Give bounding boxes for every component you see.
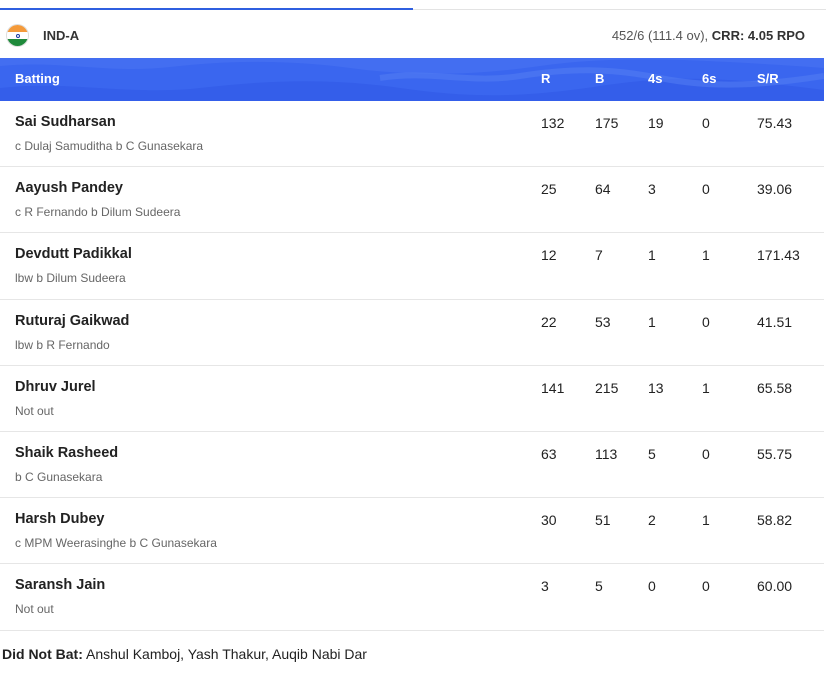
- india-flag-icon: [7, 25, 28, 46]
- innings-summary: IND-A 452/6 (111.4 ov), CRR: 4.05 RPO: [0, 12, 826, 58]
- did-not-bat: Did Not Bat: Anshul Kamboj, Yash Thakur,…: [2, 646, 367, 662]
- strike-rate-cell: 55.75: [757, 446, 793, 462]
- active-tab-indicator: [0, 8, 413, 10]
- fours-cell: 19: [648, 115, 664, 131]
- sixes-cell: 1: [702, 512, 710, 529]
- column-runs: R: [541, 71, 551, 86]
- sixes-cell: 0: [702, 181, 710, 198]
- strike-rate-cell: 58.82: [757, 512, 793, 529]
- runs-cell: 141: [541, 379, 565, 396]
- runs-cell: 22: [541, 313, 557, 330]
- fours-cell: 2: [648, 512, 656, 529]
- column-sixes: 6s: [702, 71, 717, 86]
- column-batting: Batting: [15, 71, 60, 86]
- did-not-bat-label: Did Not Bat:: [2, 646, 83, 662]
- strike-rate-cell: 60.00: [757, 578, 793, 595]
- strike-rate-cell: 39.06: [757, 181, 793, 198]
- batter-row: Aayush Pandey c R Fernando b Dilum Sudeer…: [0, 167, 824, 234]
- runs-cell: 12: [541, 247, 557, 264]
- batter-name[interactable]: Shaik Rasheed: [15, 445, 118, 461]
- sixes-cell: 0: [702, 313, 710, 330]
- tab-divider: [413, 9, 826, 10]
- team-name: IND-A: [43, 28, 80, 43]
- balls-cell: 5: [595, 578, 603, 595]
- column-fours: 4s: [648, 71, 663, 86]
- dismissal-info: Not out: [15, 602, 54, 617]
- current-run-rate: CRR: 4.05 RPO: [711, 28, 805, 43]
- strike-rate-cell: 41.51: [757, 313, 793, 330]
- header-wave-pattern: [0, 58, 824, 101]
- runs-cell: 30: [541, 512, 557, 529]
- batter-name[interactable]: Saransh Jain: [15, 577, 105, 593]
- batter-name[interactable]: Aayush Pandey: [15, 180, 123, 196]
- sixes-cell: 1: [702, 379, 710, 396]
- sixes-cell: 0: [702, 578, 710, 595]
- balls-cell: 215: [595, 379, 619, 396]
- did-not-bat-players: Anshul Kamboj, Yash Thakur, Auqib Nabi D…: [86, 646, 367, 662]
- sixes-cell: 0: [702, 115, 710, 131]
- batter-row: Dhruv Jurel Not out 141 215 13 1 65.58: [0, 366, 824, 432]
- dismissal-info: c R Fernando b Dilum Sudeera: [15, 205, 181, 220]
- dismissal-info: Not out: [15, 403, 54, 418]
- batter-row: Harsh Dubey c MPM Weerasinghe b C Gunasek…: [0, 498, 824, 565]
- runs-cell: 63: [541, 446, 557, 462]
- runs-cell: 25: [541, 181, 557, 198]
- column-strike-rate: S/R: [757, 71, 779, 86]
- fours-cell: 1: [648, 313, 656, 330]
- column-balls: B: [595, 71, 605, 86]
- batter-row: Saransh Jain Not out 3 5 0 0 60.00: [0, 564, 824, 631]
- balls-cell: 7: [595, 247, 603, 264]
- team-score: 452/6 (111.4 ov), CRR: 4.05 RPO: [612, 28, 805, 43]
- score-overs: 452/6 (111.4 ov),: [611, 28, 709, 43]
- balls-cell: 113: [595, 446, 618, 462]
- batter-name[interactable]: Ruturaj Gaikwad: [15, 313, 129, 329]
- sixes-cell: 1: [702, 247, 710, 264]
- fours-cell: 1: [648, 247, 656, 264]
- balls-cell: 64: [595, 181, 611, 198]
- fours-cell: 5: [648, 446, 656, 462]
- tab-strip: [0, 0, 826, 12]
- strike-rate-cell: 75.43: [757, 115, 793, 131]
- balls-cell: 53: [595, 313, 611, 330]
- runs-cell: 3: [541, 578, 549, 595]
- dismissal-info: c Dulaj Samuditha b C Gunasekara: [15, 139, 204, 153]
- fours-cell: 3: [648, 181, 656, 198]
- dismissal-info: b C Gunasekara: [15, 470, 103, 484]
- sixes-cell: 0: [702, 446, 710, 462]
- batter-name[interactable]: Devdutt Padikkal: [15, 246, 132, 262]
- batter-row: Ruturaj Gaikwad lbw b R Fernando 22 53 1 0 41.…: [0, 300, 824, 366]
- dismissal-info: lbw b R Fernando: [15, 337, 110, 352]
- batter-name[interactable]: Sai Sudharsan: [15, 114, 116, 130]
- dismissal-info: lbw b Dilum Sudeera: [15, 271, 126, 286]
- fours-cell: 0: [648, 578, 656, 595]
- batter-row: Shaik Rasheed b C Gunasekara 63 113 5 0 55.75: [0, 432, 824, 499]
- runs-cell: 132: [541, 115, 565, 131]
- batting-table-header: Batting R B 4s 6s S/R: [0, 58, 824, 101]
- balls-cell: 51: [595, 512, 611, 529]
- dismissal-info: c MPM Weerasinghe b C Gunasekara: [15, 536, 217, 551]
- batter-name[interactable]: Harsh Dubey: [15, 511, 104, 527]
- balls-cell: 175: [595, 115, 619, 131]
- strike-rate-cell: 171.43: [757, 247, 800, 264]
- fours-cell: 13: [648, 379, 664, 396]
- batter-row: Sai Sudharsan c Dulaj Samuditha b C Gunas…: [0, 101, 824, 168]
- batter-name[interactable]: Dhruv Jurel: [15, 379, 96, 395]
- batter-row: Devdutt Padikkal lbw b Dilum Sudeera 12 7 1 1…: [0, 233, 824, 300]
- strike-rate-cell: 65.58: [757, 379, 793, 396]
